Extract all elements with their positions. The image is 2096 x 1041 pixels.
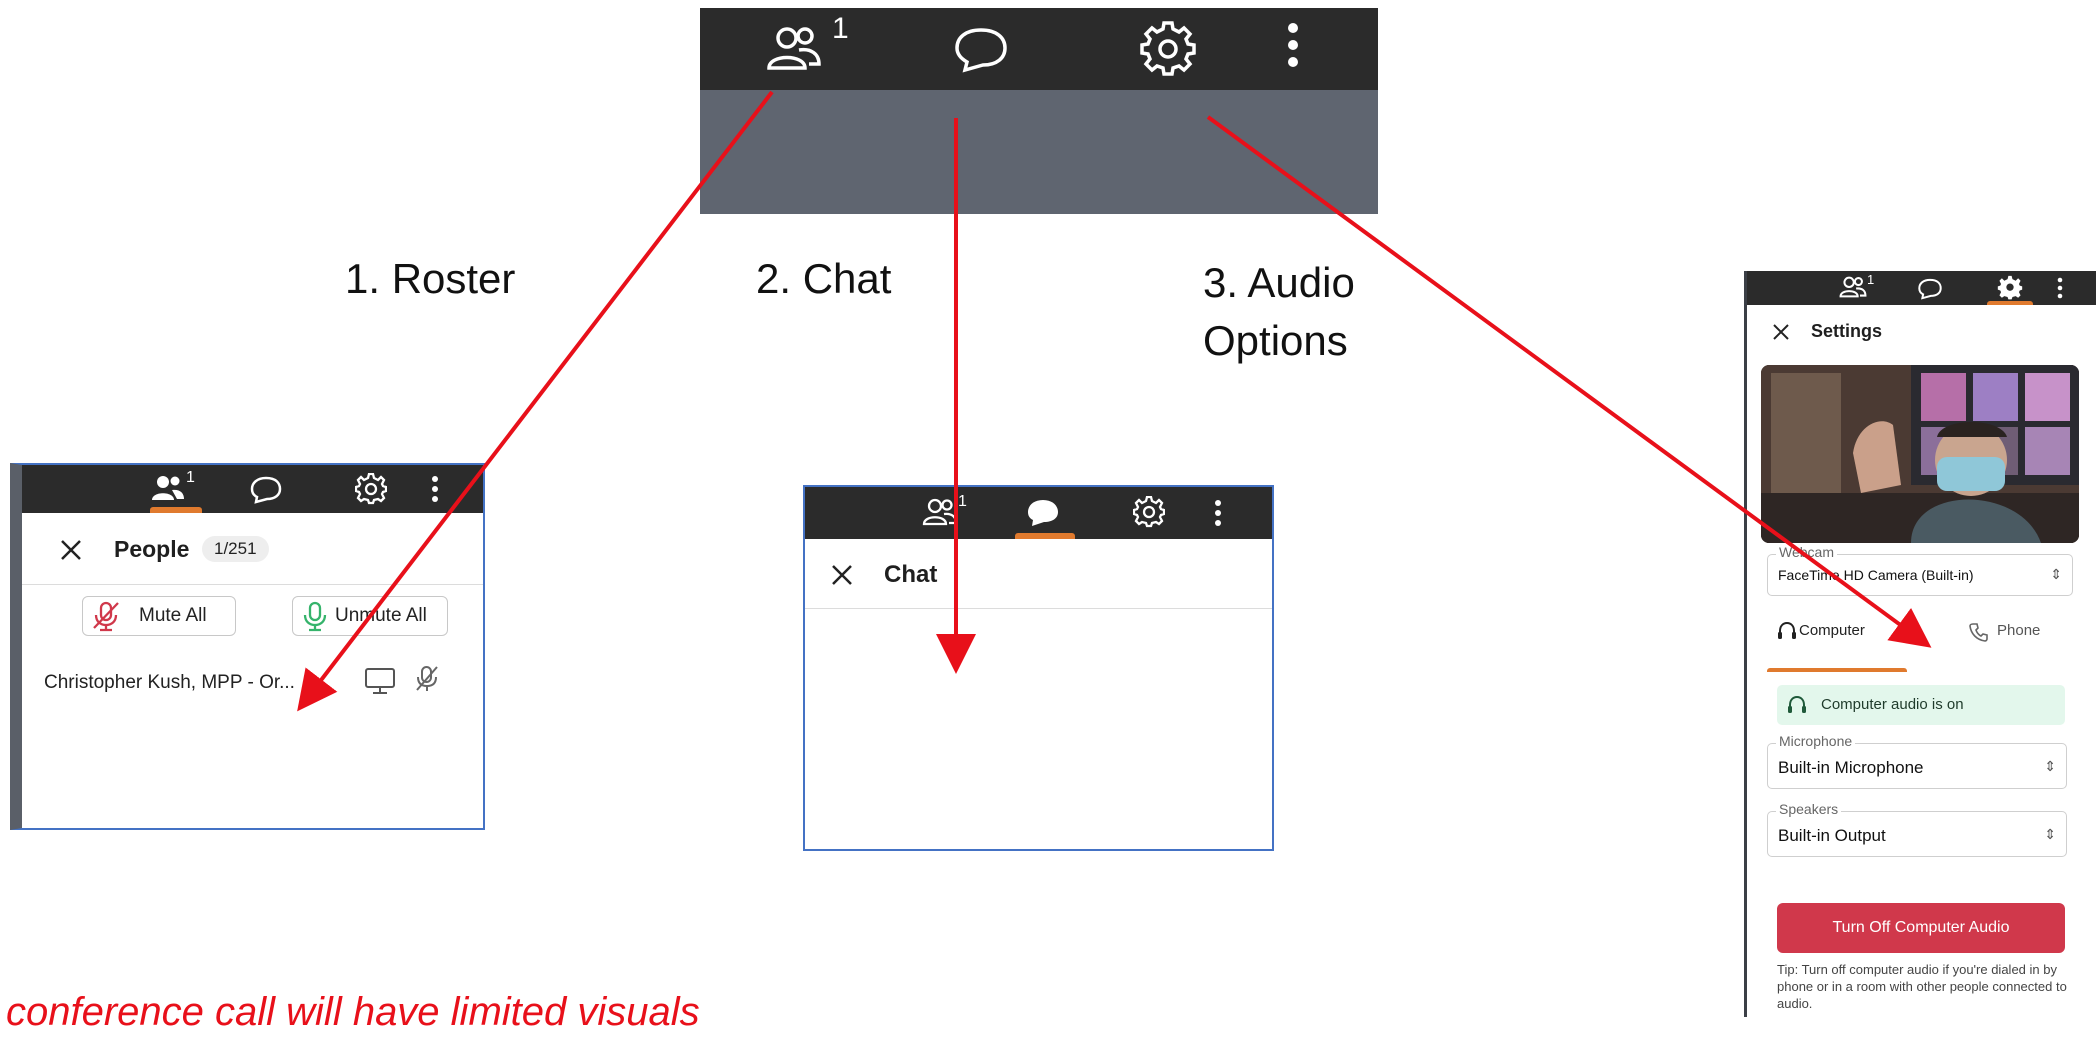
tab-computer-label: Computer	[1799, 622, 1865, 639]
tab-computer[interactable]: Computer	[1767, 619, 1897, 649]
settings-panel-toolbar: 1	[1747, 271, 2096, 305]
participant-name: Christopher Kush, MPP - Or...	[44, 672, 295, 693]
chevron-updown-icon: ⇕	[2044, 758, 2056, 774]
more-vertical-icon[interactable]	[1214, 499, 1222, 527]
panel-title: Chat	[884, 561, 938, 588]
annotation-chat: 2. Chat	[756, 255, 892, 302]
active-tab-indicator	[1015, 533, 1075, 539]
chat-icon[interactable]	[1917, 277, 1943, 301]
close-icon[interactable]	[1773, 324, 1789, 340]
monitor-icon	[364, 667, 396, 695]
people-icon[interactable]	[922, 497, 958, 527]
people-count: 1	[832, 12, 849, 45]
microphone-select[interactable]: Microphone Built-in Microphone ⇕	[1767, 733, 2067, 789]
panel-title: Settings	[1811, 321, 1883, 341]
active-tab-indicator	[1987, 301, 2033, 305]
people-icon[interactable]	[150, 473, 186, 503]
people-panel: 1 People 1/251 Mute All Unmute All Chris…	[10, 463, 485, 830]
more-vertical-icon[interactable]	[2057, 277, 2063, 299]
tab-phone-label: Phone	[1997, 622, 2041, 639]
chat-panel: 1 Chat	[803, 485, 1274, 851]
mic-icon	[301, 600, 329, 632]
unmute-all-label: Unmute All	[335, 605, 427, 626]
chat-panel-toolbar: 1	[805, 487, 1272, 539]
chat-icon[interactable]	[249, 475, 283, 505]
close-icon[interactable]	[60, 539, 82, 561]
webcam-preview	[1761, 365, 2079, 543]
divider	[22, 584, 483, 585]
audio-status-banner: Computer audio is on	[1777, 685, 2065, 725]
webcam-value: FaceTime HD Camera (Built-in)	[1778, 567, 1974, 583]
more-vertical-icon[interactable]	[431, 475, 439, 503]
active-audio-tab-indicator	[1767, 668, 1907, 672]
speakers-label: Speakers	[1776, 801, 1842, 817]
turn-off-computer-audio-button[interactable]: Turn Off Computer Audio	[1777, 903, 2065, 953]
tip-text: Tip: Turn off computer audio if you're d…	[1777, 962, 2067, 1011]
speakers-value: Built-in Output	[1778, 826, 1886, 845]
gear-icon[interactable]	[1997, 275, 2023, 301]
annotation-audio-line1: 3. Audio	[1203, 259, 1355, 306]
mic-off-icon	[414, 664, 440, 694]
video-area	[700, 90, 1378, 214]
audio-status-text: Computer audio is on	[1821, 696, 1964, 713]
top-toolbar: 1	[700, 8, 1378, 90]
microphone-label: Microphone	[1776, 733, 1856, 749]
headset-icon	[1777, 621, 1797, 641]
mic-off-icon	[91, 600, 121, 632]
people-count: 1	[958, 493, 967, 510]
people-icon[interactable]	[1839, 275, 1867, 299]
chevron-updown-icon: ⇕	[2050, 566, 2062, 582]
count-badge: 1/251	[202, 536, 269, 562]
footer-note: conference call will have limited visual…	[6, 990, 700, 1034]
gear-icon[interactable]	[1133, 496, 1165, 528]
gear-icon[interactable]	[355, 473, 387, 505]
speakers-select[interactable]: Speakers Built-in Output ⇕	[1767, 801, 2067, 857]
unmute-all-button[interactable]: Unmute All	[292, 596, 448, 636]
turn-off-label: Turn Off Computer Audio	[1832, 919, 2010, 936]
settings-panel: 1 Settings Webcam FaceTime HD Camera (Bu…	[1744, 271, 2096, 1017]
panel-title: People	[114, 536, 190, 562]
close-icon[interactable]	[831, 564, 853, 586]
webcam-select[interactable]: Webcam FaceTime HD Camera (Built-in) ⇕	[1767, 544, 2073, 596]
tab-phone[interactable]: Phone	[1957, 619, 2077, 649]
chat-icon[interactable]	[953, 24, 1009, 74]
annotation-audio-line2: Options	[1203, 317, 1348, 364]
mute-all-button[interactable]: Mute All	[82, 596, 236, 636]
chevron-updown-icon: ⇕	[2044, 826, 2056, 842]
microphone-value: Built-in Microphone	[1778, 758, 1924, 777]
phone-icon	[1969, 622, 1989, 642]
people-panel-toolbar: 1	[22, 465, 483, 513]
chat-icon[interactable]	[1025, 497, 1061, 529]
headset-icon	[1787, 695, 1807, 715]
people-count: 1	[1867, 272, 1875, 287]
people-icon[interactable]	[765, 24, 825, 74]
people-count: 1	[186, 469, 195, 486]
gear-icon[interactable]	[1140, 21, 1196, 77]
chat-messages-area	[805, 609, 1272, 849]
webcam-label: Webcam	[1776, 544, 1837, 560]
more-vertical-icon[interactable]	[1286, 22, 1300, 68]
mute-all-label: Mute All	[139, 605, 207, 626]
active-tab-indicator	[150, 507, 202, 513]
annotation-roster: 1. Roster	[345, 255, 516, 302]
